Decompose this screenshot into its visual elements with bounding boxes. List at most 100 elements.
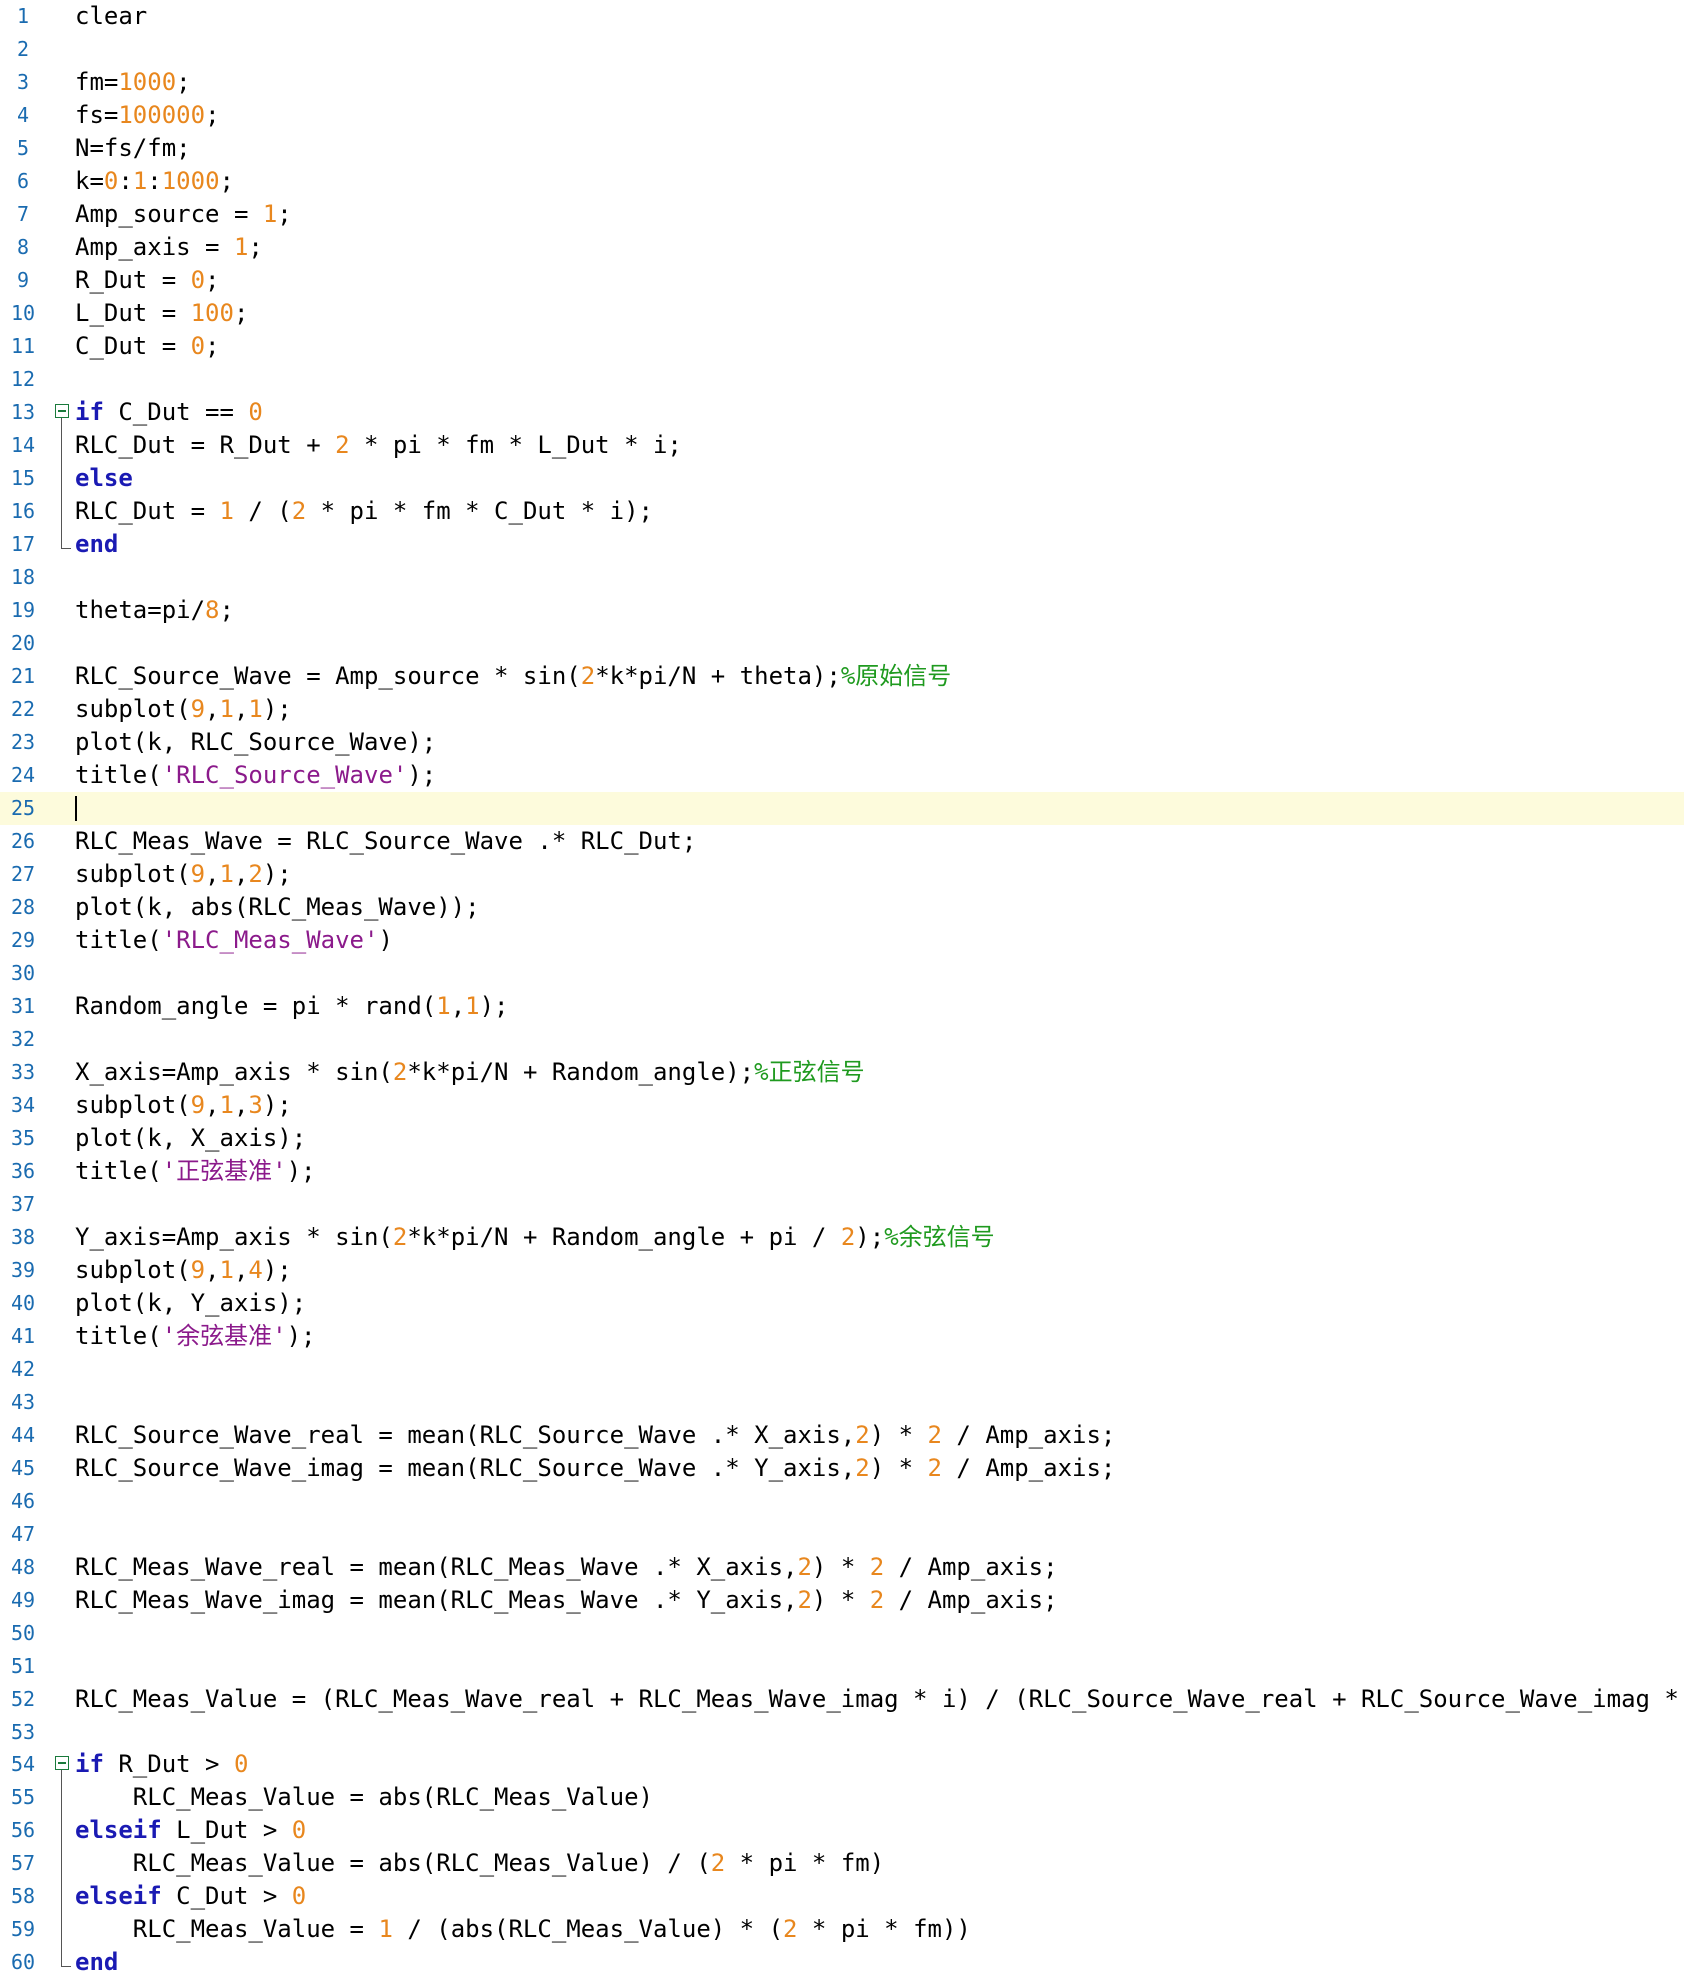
code-line[interactable]: 11 C_Dut = 0; — [0, 330, 1684, 363]
code-line[interactable]: 12 — [0, 363, 1684, 396]
number-token: 1 — [262, 199, 278, 228]
code-line[interactable]: 25 — [0, 791, 1684, 825]
code-line[interactable]: 55 RLC_Meas_Value = abs(RLC_Meas_Value) — [0, 1781, 1684, 1814]
line-number: 6 — [16, 168, 30, 193]
code-token: ); — [262, 1090, 292, 1119]
code-line[interactable]: 2 — [0, 33, 1684, 66]
code-line[interactable]: 10 L_Dut = 100; — [0, 297, 1684, 330]
code-line[interactable]: 58 elseif C_Dut > 0 — [0, 1880, 1684, 1913]
code-line[interactable]: 36 title('正弦基准'); — [0, 1155, 1684, 1188]
code-line[interactable]: 45 RLC_Source_Wave_imag = mean(RLC_Source… — [0, 1452, 1684, 1485]
code-line[interactable]: 31 Random_angle = pi * rand(1,1); — [0, 990, 1684, 1023]
code-token: Y_axis=Amp_axis * sin( — [75, 1222, 393, 1251]
code-line[interactable]: 26 RLC_Meas_Wave = RLC_Source_Wave .* RLC… — [0, 825, 1684, 858]
code-line[interactable]: 13 if C_Dut == 0 — [0, 396, 1684, 429]
code-line[interactable]: 23 plot(k, RLC_Source_Wave); — [0, 726, 1684, 759]
code-token: ); — [286, 1156, 316, 1185]
code-editor[interactable]: 1 clear 2 3 fm=1000; 4 fs=100000; 5 N=fs/fm; 6 k=0… — [0, 0, 1684, 1984]
code-text: R_Dut = 0; — [75, 264, 220, 297]
code-token: RLC_Dut = — [75, 496, 220, 525]
code-line[interactable]: 8 Amp_axis = 1; — [0, 231, 1684, 264]
code-line[interactable]: 54 if R_Dut > 0 — [0, 1748, 1684, 1781]
line-number: 25 — [10, 795, 36, 820]
code-line[interactable]: 28 plot(k, abs(RLC_Meas_Wave)); — [0, 891, 1684, 924]
code-line[interactable]: 27 subplot(9,1,2); — [0, 858, 1684, 891]
code-line[interactable]: 22 subplot(9,1,1); — [0, 693, 1684, 726]
code-token: ; — [205, 100, 220, 129]
code-line[interactable]: 14 RLC_Dut = R_Dut + 2 * pi * fm * L_Dut … — [0, 429, 1684, 462]
code-line[interactable]: 3 fm=1000; — [0, 66, 1684, 99]
code-token: subplot( — [75, 859, 191, 888]
code-line[interactable]: 49 RLC_Meas_Wave_imag = mean(RLC_Meas_Wav… — [0, 1584, 1684, 1617]
keyword-token: else — [75, 463, 133, 492]
code-text: subplot(9,1,4); — [75, 1254, 292, 1287]
code-line[interactable]: 52 RLC_Meas_Value = (RLC_Meas_Wave_real +… — [0, 1683, 1684, 1716]
fold-collapse-icon[interactable] — [55, 403, 69, 418]
line-number: 48 — [10, 1554, 36, 1579]
line-number: 7 — [16, 201, 30, 226]
code-line[interactable]: 51 — [0, 1650, 1684, 1683]
code-line[interactable]: 42 — [0, 1353, 1684, 1386]
code-line[interactable]: 6 k=0:1:1000; — [0, 165, 1684, 198]
number-token: 2 — [869, 1585, 885, 1614]
code-token: , — [205, 1255, 220, 1284]
code-line[interactable]: 35 plot(k, X_axis); — [0, 1122, 1684, 1155]
code-line[interactable]: 46 — [0, 1485, 1684, 1518]
string-token: '正弦基准' — [161, 1156, 287, 1185]
code-token: * pi * fm) — [725, 1849, 885, 1878]
code-line[interactable]: 32 — [0, 1023, 1684, 1056]
code-token: title( — [75, 760, 162, 789]
code-text: title('RLC_Meas_Wave') — [75, 924, 393, 957]
code-line[interactable]: 21 RLC_Source_Wave = Amp_source * sin(2*k… — [0, 660, 1684, 693]
keyword-token: elseif — [75, 1816, 162, 1845]
code-line[interactable]: 33 X_axis=Amp_axis * sin(2*k*pi/N + Rando… — [0, 1056, 1684, 1089]
code-line[interactable]: 20 — [0, 627, 1684, 660]
code-line[interactable]: 40 plot(k, Y_axis); — [0, 1287, 1684, 1320]
code-token: R_Dut > — [103, 1750, 234, 1779]
code-line[interactable]: 7 Amp_source = 1; — [0, 198, 1684, 231]
number-token: 2 — [335, 430, 350, 459]
line-number: 29 — [10, 927, 36, 952]
code-line[interactable]: 18 — [0, 561, 1684, 594]
code-line[interactable]: 50 — [0, 1617, 1684, 1650]
number-token: 0 — [291, 1882, 307, 1911]
code-line[interactable]: 56 elseif L_Dut > 0 — [0, 1814, 1684, 1847]
code-line[interactable]: 41 title('余弦基准'); — [0, 1320, 1684, 1353]
code-line[interactable]: 9 R_Dut = 0; — [0, 264, 1684, 297]
line-number: 35 — [10, 1125, 36, 1150]
code-line[interactable]: 37 — [0, 1188, 1684, 1221]
code-line[interactable]: 43 — [0, 1386, 1684, 1419]
code-line[interactable]: 1 clear — [0, 0, 1684, 33]
code-text: RLC_Meas_Value = abs(RLC_Meas_Value) — [75, 1781, 653, 1814]
code-token: RLC_Source_Wave_real = mean(RLC_Source_W… — [75, 1420, 856, 1449]
code-line[interactable]: 19 theta=pi/8; — [0, 594, 1684, 627]
code-line[interactable]: 16 RLC_Dut = 1 / (2 * pi * fm * C_Dut * i… — [0, 495, 1684, 528]
code-line[interactable]: 15 else — [0, 462, 1684, 495]
code-line[interactable]: 44 RLC_Source_Wave_real = mean(RLC_Source… — [0, 1419, 1684, 1452]
code-line[interactable]: 38 Y_axis=Amp_axis * sin(2*k*pi/N + Rando… — [0, 1221, 1684, 1254]
code-line[interactable]: 30 — [0, 957, 1684, 990]
code-token: plot(k, abs(RLC_Meas_Wave)); — [75, 892, 480, 921]
fold-collapse-icon[interactable] — [55, 1756, 69, 1771]
code-line[interactable]: 29 title('RLC_Meas_Wave') — [0, 924, 1684, 957]
code-line[interactable]: 17 end — [0, 528, 1684, 561]
number-token: 9 — [190, 1090, 206, 1119]
code-line[interactable]: 39 subplot(9,1,4); — [0, 1254, 1684, 1287]
code-line[interactable]: 48 RLC_Meas_Wave_real = mean(RLC_Meas_Wav… — [0, 1551, 1684, 1584]
code-text: if C_Dut == 0 — [75, 396, 263, 429]
keyword-token: if — [75, 1750, 104, 1779]
code-token: ) * — [869, 1453, 928, 1482]
code-line[interactable]: 59 RLC_Meas_Value = 1 / (abs(RLC_Meas_Va… — [0, 1913, 1684, 1946]
code-line[interactable]: 5 N=fs/fm; — [0, 132, 1684, 165]
code-token: ; — [176, 67, 191, 96]
code-line[interactable]: 53 — [0, 1716, 1684, 1749]
line-number: 55 — [10, 1785, 36, 1810]
code-token: X_axis=Amp_axis * sin( — [75, 1057, 393, 1086]
code-line[interactable]: 24 title('RLC_Source_Wave'); — [0, 759, 1684, 792]
code-line[interactable]: 34 subplot(9,1,3); — [0, 1089, 1684, 1122]
line-number: 27 — [10, 861, 36, 886]
code-line[interactable]: 57 RLC_Meas_Value = abs(RLC_Meas_Value) … — [0, 1847, 1684, 1880]
code-line[interactable]: 4 fs=100000; — [0, 99, 1684, 132]
code-line[interactable]: 60 end — [0, 1946, 1684, 1979]
code-line[interactable]: 47 — [0, 1518, 1684, 1551]
